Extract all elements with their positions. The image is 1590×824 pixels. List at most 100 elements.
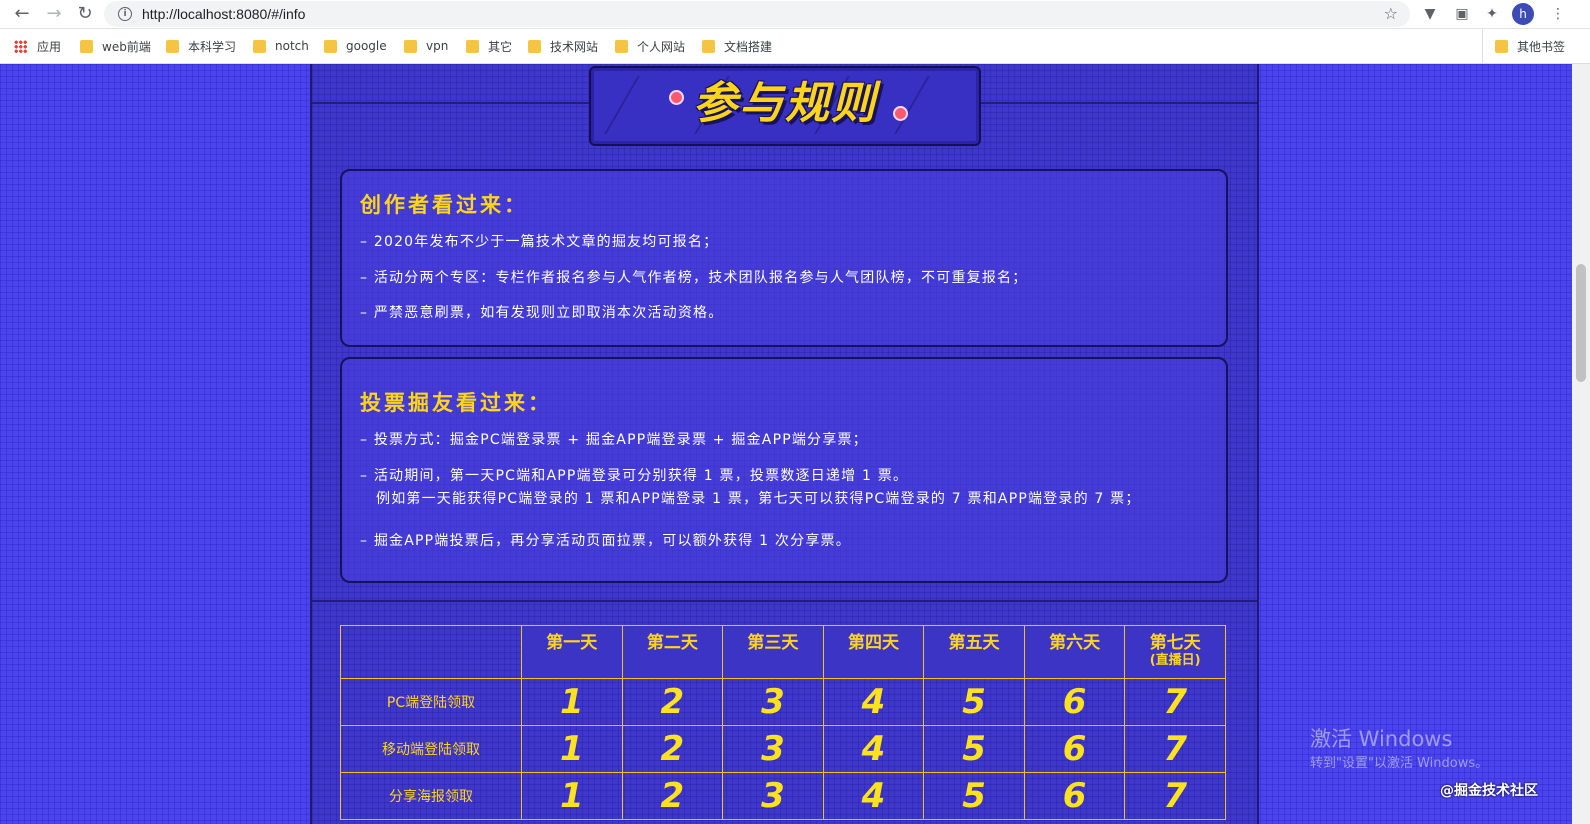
vote-count: 4 — [822, 725, 925, 773]
reload-icon[interactable]: ↻ — [73, 2, 97, 26]
bookmark-label: 文档搭建 — [724, 39, 773, 54]
livestream-note: (直播日) — [1149, 653, 1201, 668]
day-label: 第三天 — [747, 633, 799, 653]
voter-heading: 投票掘友看过来： — [360, 391, 552, 415]
folder-icon — [404, 39, 417, 53]
vote-count: 6 — [1023, 725, 1126, 773]
table-header-row: 第一天 第二天 第三天 第四天 第五天 第六天 第七天 (直播日) — [340, 625, 1226, 679]
bookmark-label: 其它 — [488, 39, 513, 54]
table-corner-cell — [340, 625, 522, 679]
row-label: 分享海报领取 — [340, 772, 522, 820]
scrollbar-thumb[interactable] — [1576, 264, 1586, 382]
day-header: 第四天 — [822, 625, 925, 679]
folder-icon — [615, 39, 628, 53]
vote-count: 6 — [1023, 678, 1126, 726]
bookmark-folder[interactable]: 本科学习 — [166, 29, 236, 63]
rule-text: – 活动分两个专区：专栏作者报名参与人气作者榜，技术团队报名参与人气团队榜，不可… — [360, 270, 1028, 286]
juejin-credit-watermark: @掘金技术社区 — [1440, 783, 1538, 799]
address-bar-row: ← → ↻ i http://localhost:8080/#/info ☆ ▼… — [0, 0, 1590, 29]
folder-icon — [1495, 39, 1508, 53]
folder-icon — [702, 39, 715, 53]
vote-count: 3 — [722, 678, 824, 726]
bookmark-label: google — [346, 39, 387, 53]
vote-count: 1 — [521, 725, 623, 773]
bookmark-folder[interactable]: 文档搭建 — [702, 29, 772, 63]
activate-windows-subtitle: 转到"设置"以激活 Windows。 — [1310, 756, 1489, 771]
extension-square-icon[interactable]: ▣ — [1452, 4, 1472, 24]
vote-count: 1 — [521, 772, 623, 820]
bookmark-folder[interactable]: web前端 — [80, 29, 151, 63]
day-label: 第二天 — [646, 633, 698, 653]
bookmark-folder[interactable]: google — [324, 29, 387, 63]
apps-icon — [14, 39, 27, 53]
vote-count: 6 — [1023, 772, 1126, 820]
menu-kebab-icon[interactable]: ⋮ — [1548, 4, 1568, 24]
bookmark-folder[interactable]: vpn — [404, 29, 448, 63]
bookmark-label: 其他书签 — [1517, 39, 1566, 54]
day-header: 第三天 — [722, 625, 824, 679]
bookmark-label: vpn — [426, 39, 449, 53]
folder-icon — [466, 39, 479, 53]
folder-icon — [528, 39, 541, 53]
bookmark-label: 技术网站 — [550, 39, 599, 54]
vote-count: 5 — [923, 725, 1025, 773]
bookmark-apps[interactable]: 应用 — [14, 29, 61, 63]
vote-count: 7 — [1124, 772, 1226, 820]
bookmark-label: 应用 — [37, 39, 62, 54]
day-label: 第五天 — [948, 633, 1000, 653]
back-arrow-icon[interactable]: ← — [10, 2, 34, 26]
table-row: 分享海报领取 1 2 3 4 5 6 7 — [340, 772, 1226, 820]
vertical-scrollbar[interactable] — [1572, 64, 1590, 824]
extensions-puzzle-icon[interactable]: ✦ — [1482, 4, 1502, 24]
vote-count: 4 — [822, 678, 925, 726]
day-label: 第四天 — [847, 633, 899, 653]
bookmark-folder[interactable]: 技术网站 — [528, 29, 598, 63]
rule-text: 例如第一天能获得PC端登录的 1 票和APP端登录 1 票，第七天可以获得PC端… — [376, 491, 1141, 507]
vote-count: 7 — [1124, 725, 1226, 773]
creator-rules-panel: 创作者看过来： – 2020年发布不少于一篇技术文章的掘友均可报名； – 活动分… — [340, 169, 1228, 347]
vote-schedule-table: 第一天 第二天 第三天 第四天 第五天 第六天 第七天 (直播日) PC端登陆领… — [340, 625, 1226, 820]
row-label: 移动端登陆领取 — [340, 725, 522, 773]
bookmarks-bar: 应用 web前端 本科学习 notch google vpn 其它 技术网站 个… — [0, 29, 1590, 64]
bookmark-folder[interactable]: notch — [253, 29, 309, 63]
bookmark-star-icon[interactable]: ☆ — [1384, 1, 1398, 27]
table-row: 移动端登陆领取 1 2 3 4 5 6 7 — [340, 725, 1226, 773]
bookmark-folder[interactable]: 个人网站 — [615, 29, 685, 63]
page-viewport: 参与规则 创作者看过来： – 2020年发布不少于一篇技术文章的掘友均可报名； … — [0, 64, 1572, 824]
folder-icon — [166, 39, 179, 53]
day-header: 第七天 (直播日) — [1124, 625, 1226, 679]
folder-icon — [80, 39, 93, 53]
table-row: PC端登陆领取 1 2 3 4 5 6 7 — [340, 678, 1226, 726]
bookmark-folder[interactable]: 其它 — [466, 29, 512, 63]
vote-count: 5 — [923, 678, 1025, 726]
bookmark-other[interactable]: 其他书签 — [1482, 29, 1565, 63]
day-header: 第二天 — [621, 625, 724, 679]
page-title: 参与规则 — [693, 78, 877, 129]
vote-count: 2 — [621, 772, 724, 820]
day-header: 第六天 — [1023, 625, 1126, 679]
activate-windows-title: 激活 Windows — [1310, 727, 1453, 751]
folder-icon — [253, 39, 266, 53]
vote-count: 5 — [923, 772, 1025, 820]
folder-icon — [324, 39, 337, 53]
bookmark-label: notch — [275, 39, 309, 53]
day-label: 第六天 — [1049, 633, 1101, 653]
profile-avatar[interactable]: h — [1512, 3, 1534, 25]
bookmark-label: 本科学习 — [188, 39, 237, 54]
vote-count: 7 — [1124, 678, 1226, 726]
rule-text: – 严禁恶意刷票，如有发现则立即取消本次活动资格。 — [360, 305, 724, 321]
vue-devtools-icon[interactable]: ▼ — [1420, 4, 1440, 24]
vote-count: 1 — [521, 678, 623, 726]
info-icon[interactable]: i — [118, 7, 132, 21]
day-header: 第一天 — [521, 625, 623, 679]
forward-arrow-icon[interactable]: → — [42, 2, 66, 26]
url-text[interactable]: http://localhost:8080/#/info — [142, 1, 305, 27]
title-badge: 参与规则 — [589, 66, 990, 146]
vote-count: 2 — [621, 725, 724, 773]
day-header: 第五天 — [923, 625, 1025, 679]
rule-text: – 2020年发布不少于一篇技术文章的掘友均可报名； — [360, 234, 719, 250]
content-container: 参与规则 创作者看过来： – 2020年发布不少于一篇技术文章的掘友均可报名； … — [310, 64, 1259, 824]
omnibox[interactable]: i http://localhost:8080/#/info ☆ — [104, 1, 1410, 27]
creator-heading: 创作者看过来： — [360, 193, 528, 217]
vote-count: 3 — [722, 725, 824, 773]
